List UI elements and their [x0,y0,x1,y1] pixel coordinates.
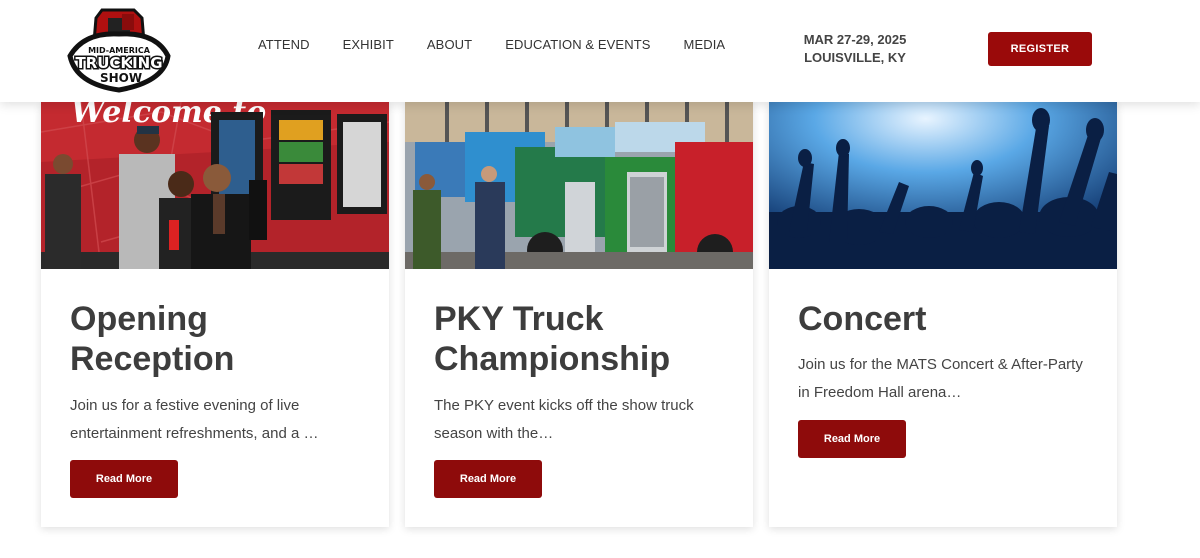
mats-logo[interactable]: MID-AMERICA TRUCKING SHOW [64,4,174,94]
event-card-pky-truck-championship: PKY Truck Championship The PKY event kic… [405,102,753,527]
card-description: The PKY event kicks off the show truck s… [434,397,694,442]
read-more-button[interactable]: Read More [434,460,542,498]
card-description: Join us for the MATS Concert & After-Par… [798,356,1083,401]
event-date-location: MAR 27-29, 2025 LOUISVILLE, KY [790,31,920,67]
nav-item-exhibit[interactable]: EXHIBIT [343,37,394,52]
nav-item-attend[interactable]: ATTEND [258,37,310,52]
nav-item-media[interactable]: MEDIA [684,37,726,52]
logo-text-line2: TRUCKING [75,54,162,72]
card-title-line1: Opening [70,300,208,338]
read-more-button[interactable]: Read More [70,460,178,498]
card-title: Opening Reception [70,299,370,379]
nav-item-about[interactable]: ABOUT [427,37,472,52]
card-title-line2: Reception [70,340,235,378]
opening-reception-image[interactable]: Welcome to [41,102,389,269]
card-title: Concert [798,299,1098,339]
pky-truck-image[interactable] [405,102,753,269]
event-location: LOUISVILLE, KY [804,50,906,65]
logo-text-line3: SHOW [100,71,142,85]
card-description: Join us for a festive evening of live en… [70,397,319,442]
main-nav: ATTEND EXHIBIT ABOUT EDUCATION & EVENTS … [258,37,758,52]
event-date: MAR 27-29, 2025 [803,32,907,47]
event-card-opening-reception: Welcome to Opening Reception Join us for… [41,102,389,527]
read-more-button[interactable]: Read More [798,420,906,458]
card-title-line2: Championship [434,340,671,378]
card-title-line1: Concert [798,300,927,338]
register-button[interactable]: REGISTER [988,32,1092,66]
event-card-concert: Concert Join us for the MATS Concert & A… [769,102,1117,527]
card-title: PKY Truck Championship [434,299,734,379]
nav-item-education-events[interactable]: EDUCATION & EVENTS [505,37,650,52]
site-header: MID-AMERICA TRUCKING SHOW ATTEND EXHIBIT… [0,0,1200,102]
concert-image[interactable] [769,102,1117,269]
card-title-line1: PKY Truck [434,300,604,338]
